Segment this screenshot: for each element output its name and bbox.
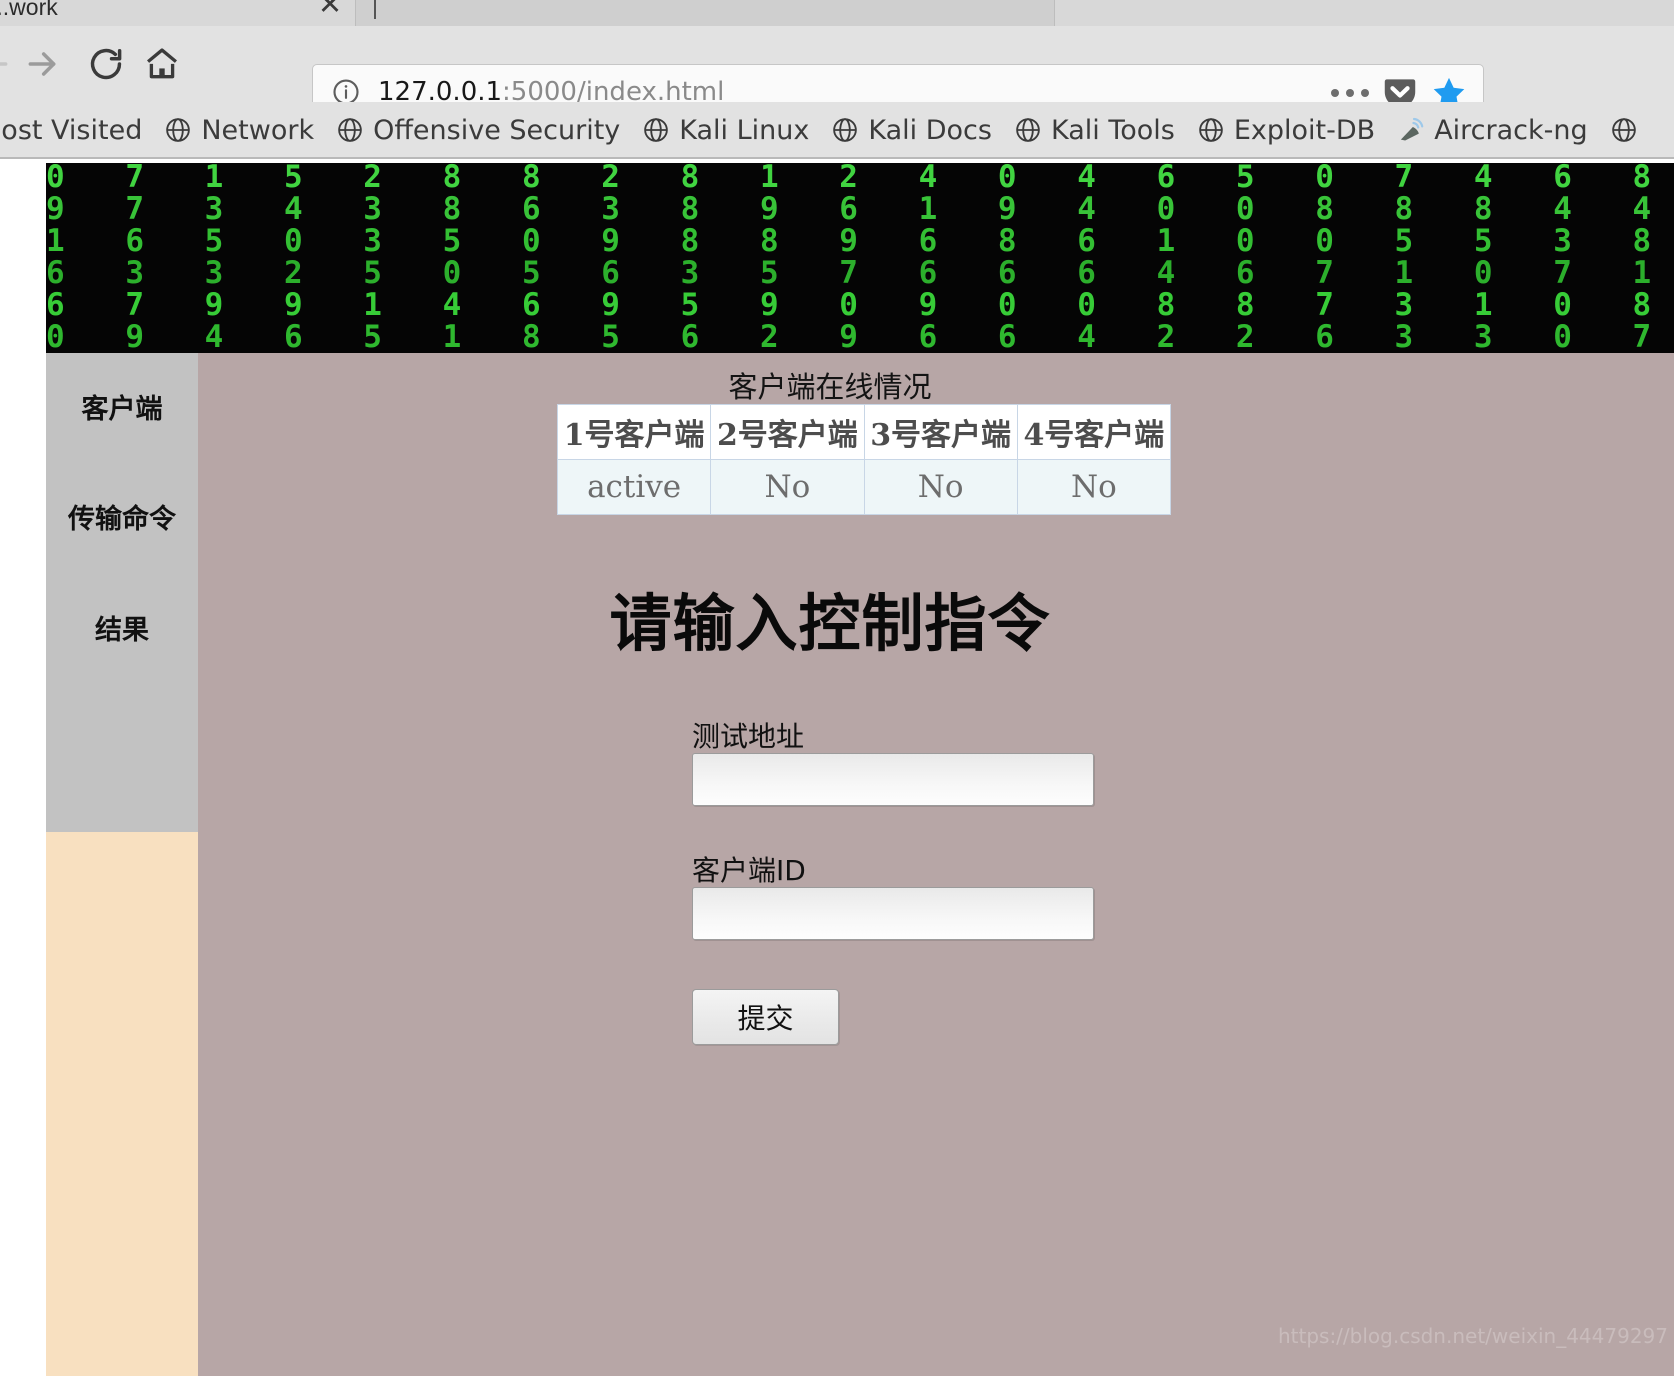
dish-icon xyxy=(1397,116,1425,144)
tab-previous-label: ...work xyxy=(0,0,58,20)
matrix-row: 6 3 3 2 5 0 5 6 3 5 7 6 6 6 4 6 7 1 0 7 … xyxy=(46,255,1674,291)
table-header-cell: 3号客户端 xyxy=(863,404,1018,460)
globe-icon xyxy=(1014,116,1042,144)
sidebar: 客户端 传输命令 结果 xyxy=(46,353,198,1376)
bookmark-item-kali-linux[interactable]: Kali Linux xyxy=(642,115,809,146)
sidebar-item-label: 客户端 xyxy=(81,394,163,425)
page-viewport: 0 7 1 5 2 8 8 2 8 1 2 4 0 4 6 5 0 7 4 6 … xyxy=(0,159,1674,1376)
client-id-label: 客户端ID xyxy=(692,854,806,887)
globe-icon xyxy=(642,116,670,144)
globe-icon xyxy=(164,116,192,144)
client-status-table: 1号客户端 2号客户端 3号客户端 4号客户端 active No No No xyxy=(556,404,1172,515)
bookmark-label: Exploit-DB xyxy=(1233,114,1376,146)
globe-icon xyxy=(831,116,859,144)
status-badge: active xyxy=(556,459,712,515)
bookmark-item-network[interactable]: Network xyxy=(164,115,314,146)
sidebar-item-label: 结果 xyxy=(95,615,149,646)
home-icon[interactable] xyxy=(138,40,186,88)
forward-arrow-icon[interactable] xyxy=(18,40,66,88)
table-header-row: 1号客户端 2号客户端 3号客户端 4号客户端 xyxy=(556,404,1172,460)
bookmark-label: Kali Docs xyxy=(868,114,992,146)
submit-button[interactable]: 提交 xyxy=(692,989,839,1045)
bookmark-item-kali-docs[interactable]: Kali Docs xyxy=(831,115,992,146)
status-badge: No xyxy=(710,459,865,515)
bookmark-item-exploit-db[interactable]: Exploit-DB xyxy=(1197,115,1375,146)
page-title: 请输入控制指令 xyxy=(609,587,1051,660)
back-arrow-icon[interactable] xyxy=(0,40,18,88)
table-header-cell: 1号客户端 xyxy=(556,404,712,460)
bookmark-item-offensive-security[interactable]: Offensive Security xyxy=(336,115,620,146)
table-header-cell: 2号客户端 xyxy=(710,404,865,460)
bookmark-item-aircrack-ng[interactable]: Aircrack-ng xyxy=(1397,114,1588,146)
sidebar-item-transmit-command[interactable]: 传输命令 xyxy=(46,497,198,535)
sidebar-item-label: 传输命令 xyxy=(68,504,176,535)
sidebar-nav: 客户端 传输命令 结果 xyxy=(46,353,198,832)
watermark: https://blog.csdn.net/weixin_44479297 xyxy=(1277,1324,1668,1348)
matrix-row: 0 7 1 5 2 8 8 2 8 1 2 4 0 4 6 5 0 7 4 6 … xyxy=(46,163,1674,195)
globe-icon xyxy=(1610,116,1638,144)
client-id-input[interactable] xyxy=(692,887,1094,940)
tab-strip: ...work ✕ xyxy=(0,0,1674,28)
bookmark-item-most-visited[interactable]: Most Visited xyxy=(0,115,142,146)
test-address-label: 测试地址 xyxy=(692,720,805,753)
reload-icon[interactable] xyxy=(82,40,130,88)
matrix-row: 1 6 5 0 3 5 0 9 8 8 9 6 8 6 1 0 0 5 5 3 … xyxy=(46,223,1674,259)
tab-active-caret-icon xyxy=(374,0,376,19)
bookmark-label: Kali Tools xyxy=(1050,114,1175,146)
tab-active[interactable] xyxy=(355,0,1055,28)
table-header-cell: 4号客户端 xyxy=(1016,404,1172,460)
globe-icon xyxy=(1197,116,1225,144)
table-row: active No No No xyxy=(556,459,1172,515)
screenshot-root: ...work ✕ xyxy=(0,0,1674,1376)
matrix-row: 6 7 9 9 1 4 6 9 5 9 0 9 0 0 8 8 7 3 1 0 … xyxy=(46,287,1674,323)
matrix-rain-banner: 0 7 1 5 2 8 8 2 8 1 2 4 0 4 6 5 0 7 4 6 … xyxy=(46,163,1674,353)
tab-previous[interactable]: ...work xyxy=(0,0,360,28)
client-table-title: 客户端在线情况 xyxy=(728,370,932,404)
matrix-row: 9 7 3 4 3 8 6 3 8 9 6 1 9 4 0 0 8 8 8 4 … xyxy=(46,191,1674,227)
status-badge: No xyxy=(863,459,1018,515)
bookmark-label: Offensive Security xyxy=(373,114,621,146)
test-address-input[interactable] xyxy=(692,753,1094,806)
bookmarks-bar: Most Visited Network Offensive Security xyxy=(0,102,1674,158)
main-content: 客户端在线情况 1号客户端 2号客户端 3号客户端 4号客户端 active N… xyxy=(198,353,1674,1376)
navigation-toolbar: 127.0.0.1:5000/index.html xyxy=(0,26,1674,120)
page-body: 客户端 传输命令 结果 客户端在线情况 1号客户端 2号客户端 3号客户端 4号… xyxy=(46,353,1674,1376)
close-icon[interactable]: ✕ xyxy=(310,0,350,24)
matrix-row: 0 9 4 6 5 1 8 5 6 2 9 6 6 4 2 2 6 3 3 0 … xyxy=(46,319,1674,353)
bookmark-label: Kali Linux xyxy=(679,114,810,146)
page-left-margin xyxy=(0,159,46,1376)
sidebar-item-result[interactable]: 结果 xyxy=(46,608,198,646)
bookmark-label: Network xyxy=(201,114,315,146)
bookmark-item-overflow[interactable] xyxy=(1610,116,1647,144)
globe-icon xyxy=(336,116,364,144)
bookmark-item-kali-tools[interactable]: Kali Tools xyxy=(1014,115,1175,146)
sidebar-item-client[interactable]: 客户端 xyxy=(46,387,198,425)
bookmark-label: Aircrack-ng xyxy=(1434,114,1588,146)
bookmark-label: Most Visited xyxy=(0,114,143,146)
browser-chrome: ...work ✕ xyxy=(0,0,1674,159)
status-badge: No xyxy=(1016,459,1172,515)
